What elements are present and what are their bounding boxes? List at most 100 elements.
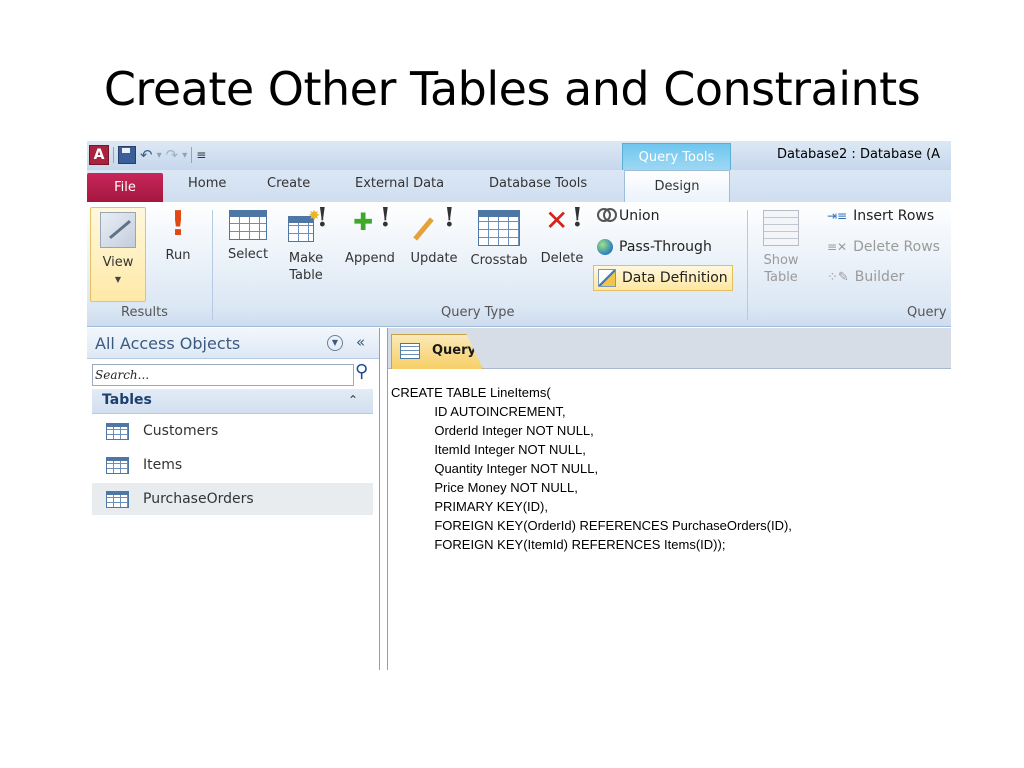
- run-label: Run: [165, 248, 191, 263]
- nav-pane-header[interactable]: All Access Objects ▼ «: [87, 328, 379, 359]
- crosstab-button[interactable]: Crosstab: [465, 210, 533, 269]
- crosstab-icon: [478, 210, 520, 246]
- insert-rows-button[interactable]: ⇥≡ Insert Rows: [827, 204, 934, 228]
- redo-dropdown-icon[interactable]: ▾: [182, 150, 187, 161]
- append-icon: ✚!: [353, 203, 391, 236]
- title-bar: A ↶ ▾ ↷ ▾ ≡ Query Tools Database2 : Databa…: [87, 141, 951, 171]
- table-icon: [106, 457, 129, 474]
- select-label: Select: [227, 247, 269, 262]
- view-label: View: [102, 255, 134, 270]
- access-app-icon[interactable]: A: [89, 145, 109, 165]
- delete-x-icon: ✕!: [545, 203, 583, 237]
- nav-item-label: Customers: [143, 423, 219, 439]
- chevron-down-icon: ▼: [114, 275, 122, 284]
- window-title: Database2 : Database (A: [777, 147, 941, 162]
- append-button[interactable]: ✚! Append: [339, 203, 401, 267]
- make-table-icon: ✸!: [288, 205, 328, 244]
- save-icon[interactable]: [118, 146, 136, 164]
- search-icon[interactable]: ⚲: [355, 361, 368, 382]
- design-view-icon: [100, 212, 136, 248]
- quick-access-toolbar: A ↶ ▾ ↷ ▾ ≡: [89, 145, 206, 165]
- update-label: Update: [410, 251, 458, 266]
- sql-editor[interactable]: CREATE TABLE LineItems( ID AUTOINCREMENT…: [391, 383, 792, 554]
- make-table-button[interactable]: ✸! Make Table: [281, 205, 331, 284]
- group-separator: [212, 210, 213, 320]
- table-icon: [106, 491, 129, 508]
- table-icon: [106, 423, 129, 440]
- show-table-button[interactable]: Show Table: [755, 210, 807, 286]
- tab-file[interactable]: File: [87, 173, 163, 202]
- make-table-label-2: Table: [289, 268, 323, 283]
- select-query-button[interactable]: Select: [220, 210, 276, 263]
- tab-design[interactable]: Design: [624, 170, 730, 203]
- delete-label: Delete: [540, 251, 584, 266]
- customize-qat-icon[interactable]: ≡: [196, 148, 206, 162]
- group-separator: [747, 210, 748, 320]
- tables-group-header[interactable]: Tables ⌃: [92, 389, 373, 414]
- navigation-pane: All Access Objects ▼ « Search... ⚲ Table…: [87, 328, 380, 670]
- delete-rows-label: Delete Rows: [853, 239, 940, 255]
- qat-separator: [113, 147, 114, 163]
- select-query-icon: [229, 210, 267, 240]
- tab-create[interactable]: Create: [267, 176, 310, 191]
- insert-rows-label: Insert Rows: [853, 208, 935, 224]
- union-label: Union: [619, 208, 660, 224]
- make-table-label-1: Make: [288, 251, 324, 266]
- tab-database-tools[interactable]: Database Tools: [489, 176, 587, 191]
- qat-separator: [191, 147, 193, 163]
- nav-item-items[interactable]: Items: [92, 449, 373, 481]
- exclamation-run-icon: !: [170, 204, 186, 244]
- delete-query-button[interactable]: ✕! Delete: [537, 203, 587, 267]
- show-table-icon: [763, 210, 799, 246]
- run-button[interactable]: ! Run: [153, 207, 203, 264]
- slide-title: Create Other Tables and Constraints: [103, 62, 921, 116]
- nav-search-input[interactable]: Search...: [92, 364, 354, 386]
- nav-item-label: PurchaseOrders: [143, 491, 254, 507]
- nav-menu-dropdown-icon[interactable]: ▼: [327, 335, 343, 351]
- union-button[interactable]: Union: [597, 204, 659, 228]
- tab-external-data[interactable]: External Data: [355, 176, 444, 191]
- undo-dropdown-icon[interactable]: ▾: [157, 150, 162, 161]
- shutter-bar-close-icon[interactable]: «: [356, 333, 365, 351]
- query-type-group-label: Query Type: [441, 305, 515, 320]
- builder-wand-icon: ⁘✎: [827, 269, 849, 285]
- nav-pane-title: All Access Objects: [95, 334, 241, 353]
- collapse-group-icon[interactable]: ⌃: [348, 393, 358, 407]
- query-setup-group-label: Query: [907, 305, 947, 320]
- globe-icon: [597, 239, 613, 255]
- query-tools-contextual-tab: Query Tools: [622, 143, 731, 171]
- tab-query1[interactable]: Query1: [391, 334, 483, 369]
- union-icon: [597, 208, 617, 224]
- nav-item-purchaseorders[interactable]: PurchaseOrders: [92, 483, 373, 515]
- delete-rows-button[interactable]: ≡✕ Delete Rows: [827, 235, 940, 259]
- update-pencil-icon: !: [413, 205, 455, 244]
- tables-group-title: Tables: [102, 392, 152, 408]
- insert-rows-icon: ⇥≡: [827, 209, 848, 223]
- pass-through-button[interactable]: Pass-Through: [597, 235, 712, 259]
- data-definition-icon: [598, 269, 616, 287]
- nav-item-customers[interactable]: Customers: [92, 415, 373, 447]
- data-definition-button[interactable]: Data Definition: [593, 265, 733, 291]
- ribbon: View ▼ ! Run Results Select ✸! Make Tabl…: [87, 202, 951, 327]
- append-label: Append: [345, 251, 395, 266]
- query-icon: [400, 343, 420, 359]
- undo-icon[interactable]: ↶: [140, 146, 153, 164]
- tab-home[interactable]: Home: [188, 176, 226, 191]
- document-pane: Query1 CREATE TABLE LineItems( ID AUTOIN…: [387, 328, 951, 670]
- access-screenshot: A ↶ ▾ ↷ ▾ ≡ Query Tools Database2 : Databa…: [87, 141, 951, 670]
- builder-button[interactable]: ⁘✎ Builder: [827, 265, 904, 289]
- builder-label: Builder: [854, 269, 905, 285]
- show-table-label-1: Show: [763, 253, 799, 268]
- ribbon-tabs: File Home Create External Data Database …: [87, 170, 951, 203]
- delete-rows-icon: ≡✕: [827, 240, 848, 254]
- show-table-label-2: Table: [764, 270, 798, 285]
- crosstab-label: Crosstab: [470, 253, 528, 268]
- results-group-label: Results: [121, 305, 168, 320]
- update-button[interactable]: ! Update: [405, 205, 463, 267]
- query1-label: Query1: [432, 343, 486, 358]
- document-tabs: Query1: [388, 328, 951, 369]
- view-button[interactable]: View ▼: [90, 207, 146, 302]
- pass-through-label: Pass-Through: [619, 239, 712, 255]
- data-definition-label: Data Definition: [622, 270, 728, 286]
- redo-icon[interactable]: ↷: [166, 146, 179, 164]
